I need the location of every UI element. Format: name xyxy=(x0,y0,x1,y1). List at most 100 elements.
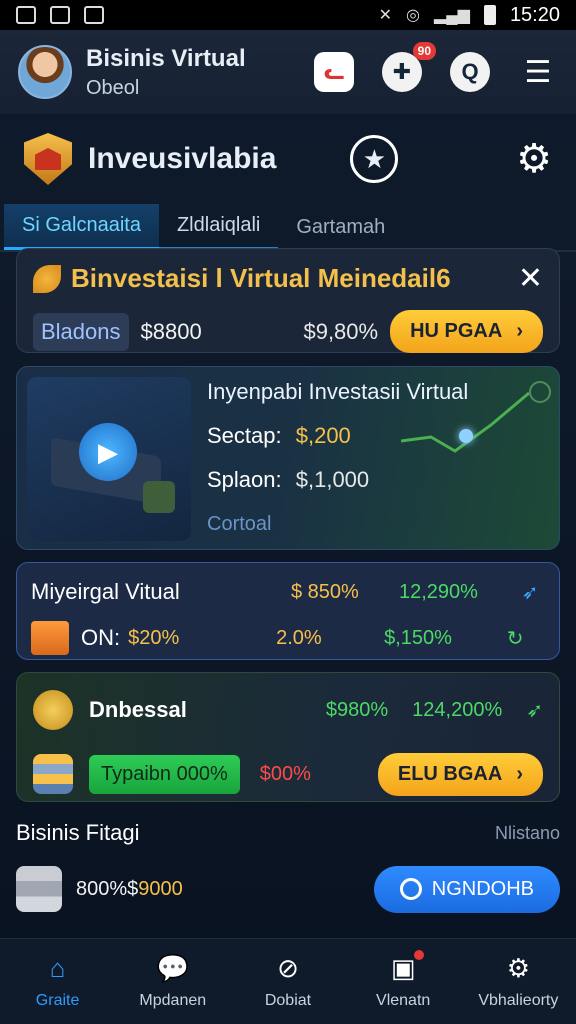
user-name: Bisinis Virtual xyxy=(86,44,246,72)
promo-value: $8800 xyxy=(140,318,202,344)
stats-row1-gold: $ 850% xyxy=(291,580,359,603)
search-icon: Q xyxy=(461,59,479,84)
dividend-button-label: ELU BGAA xyxy=(397,762,503,785)
mute-icon: ✕ xyxy=(378,7,393,24)
plus-icon: ✚ xyxy=(392,59,412,84)
investment-illustration: ▶ xyxy=(27,377,191,541)
trend-line-icon xyxy=(401,391,530,453)
leaf-icon xyxy=(33,264,61,293)
settings-icon: ⚙ xyxy=(506,953,530,983)
coin-stack-icon xyxy=(33,754,73,794)
stats-card: Miyeirgal Vitual $ 850% 12,290% ➶ ON: $2… xyxy=(16,562,560,660)
battery-icon xyxy=(483,5,496,25)
close-icon: ✕ xyxy=(517,262,543,295)
box-icon: ▣ xyxy=(386,949,425,984)
refresh-icon[interactable]: ↻ xyxy=(502,625,528,651)
feature-line1-value: $,200 xyxy=(295,423,351,448)
dividend-green1: $980% xyxy=(325,698,389,721)
dividend-green-button[interactable]: Typaibn 000% xyxy=(89,754,240,794)
user-subtitle: Obeol xyxy=(86,76,140,99)
trend-point-icon xyxy=(459,429,473,443)
nav-explore[interactable]: ⊘ Dobiat xyxy=(233,953,343,1010)
avatar[interactable] xyxy=(18,45,72,99)
rocket-icon[interactable]: ➶ xyxy=(517,579,543,605)
app-header: Bisinis Virtual Obeol ᓚ ✚ 90 Q ☰ xyxy=(0,30,576,114)
image-icon xyxy=(16,6,36,24)
money-bag-icon xyxy=(16,866,62,912)
business-button-label: NGNDOHB xyxy=(431,877,534,900)
nav-home[interactable]: ⌂ Graite xyxy=(3,953,113,1010)
search-button[interactable]: Q xyxy=(450,52,490,92)
promo-button-label: HU PGAA xyxy=(410,320,503,342)
dividend-red: $00% xyxy=(259,762,311,785)
dividend-title: Dnbessal xyxy=(89,697,187,722)
promo-card: Binvestaisi l Virtual Meinedail6 ✕ Blado… xyxy=(16,248,560,353)
refresh-icon xyxy=(399,878,422,900)
chip-icon xyxy=(143,481,175,513)
feature-line2-value: $,1,000 xyxy=(295,467,370,492)
promo-action-button[interactable]: HU PGAA › xyxy=(390,310,543,353)
business-action-button[interactable]: NGNDOHB xyxy=(373,865,560,913)
nav-settings[interactable]: ⚙ Vbhalieorty xyxy=(463,953,573,1010)
business-section: Bisinis Fitagi Nlistano 800%$9000 NGNDOH… xyxy=(16,816,560,924)
feature-line2-key: Splaon: xyxy=(207,467,282,492)
signal-icon: ▂▄▆ xyxy=(433,7,470,24)
tab-2[interactable]: Zldlaiqlali xyxy=(158,204,279,250)
play-icon: ▶ xyxy=(79,423,137,481)
gear-icon: ⚙ xyxy=(516,137,552,181)
notification-badge: 90 xyxy=(412,42,436,60)
notification-button[interactable]: ✚ 90 xyxy=(382,42,436,92)
stats-row2-key: ON: xyxy=(81,625,121,650)
feature-card[interactable]: ▶ Inyenpabi Investasii Virtual Sectap: $… xyxy=(16,366,560,550)
business-title: Bisinis Fitagi xyxy=(16,820,140,845)
shield-logo-icon xyxy=(24,133,72,185)
stats-row2-gold: $20% xyxy=(128,626,180,649)
stats-row1-green: 12,290% xyxy=(399,580,478,603)
chevron-right-icon: › xyxy=(516,762,523,785)
play-icon xyxy=(84,6,104,24)
target-icon xyxy=(529,381,551,403)
nav-messages[interactable]: 💬 Mpdanen xyxy=(118,953,228,1010)
star-badge-button[interactable]: ★ xyxy=(350,135,399,183)
menu-icon: ☰ xyxy=(524,55,552,89)
feature-line1-key: Sectap: xyxy=(207,423,282,448)
cat-mascot-icon[interactable]: ᓚ xyxy=(314,52,354,92)
close-button[interactable]: ✕ xyxy=(518,261,543,296)
stats-row2-mid: 2.0% xyxy=(276,626,322,649)
page-title: Inveusivlabia xyxy=(88,142,277,175)
compass-icon: ⊘ xyxy=(277,953,299,983)
coin-icon xyxy=(33,690,73,730)
promo-percent: $9,80% xyxy=(303,318,379,344)
business-value-gold: 9000 xyxy=(138,877,183,900)
feature-link[interactable]: Cortoal xyxy=(207,513,553,536)
stats-row1-label: Miyeirgal Vitual xyxy=(31,579,180,604)
promo-title: Binvestaisi l Virtual Meinedail6 xyxy=(71,263,451,293)
star-icon: ★ xyxy=(362,143,387,174)
tag-icon[interactable]: ➶ xyxy=(526,698,543,723)
nav-inventory[interactable]: ▣ Vlenatn xyxy=(348,949,458,1010)
dividend-card: Dnbessal $980% 124,200% ➶ Typaibn 000% $… xyxy=(16,672,560,802)
tab-1[interactable]: Si Galcnaaita xyxy=(4,204,159,250)
home-icon: ⌂ xyxy=(49,953,66,983)
chat-icon: 💬 xyxy=(156,953,189,983)
title-bar: Inveusivlabia ★ ⚙ xyxy=(0,114,576,204)
promo-label: Bladons xyxy=(33,312,129,351)
shield-icon xyxy=(50,6,70,24)
user-block: Bisinis Virtual Obeol xyxy=(86,45,246,100)
chevron-right-icon: › xyxy=(516,320,523,342)
business-value-text: 800%$ xyxy=(76,877,139,900)
clock: 15:20 xyxy=(509,3,560,26)
box-icon xyxy=(31,621,69,655)
nav-notification-dot xyxy=(414,949,425,960)
tab-bar: Si Galcnaaita Zldlaiqlali Gartamah xyxy=(0,204,576,252)
stats-row2-green: $,150% xyxy=(384,626,452,649)
settings-button[interactable]: ⚙ xyxy=(516,136,552,182)
business-link[interactable]: Nlistano xyxy=(495,823,560,844)
tab-3[interactable]: Gartamah xyxy=(278,204,403,250)
dividend-green2: 124,200% xyxy=(412,698,503,721)
status-bar: ✕ ◎ ▂▄▆ 15:20 xyxy=(0,0,576,30)
bottom-nav: ⌂ Graite 💬 Mpdanen ⊘ Dobiat ▣ Vlenatn ⚙ … xyxy=(0,938,576,1024)
dividend-action-button[interactable]: ELU BGAA › xyxy=(377,752,543,796)
alarm-icon: ◎ xyxy=(406,7,420,24)
menu-button[interactable]: ☰ xyxy=(518,52,558,92)
